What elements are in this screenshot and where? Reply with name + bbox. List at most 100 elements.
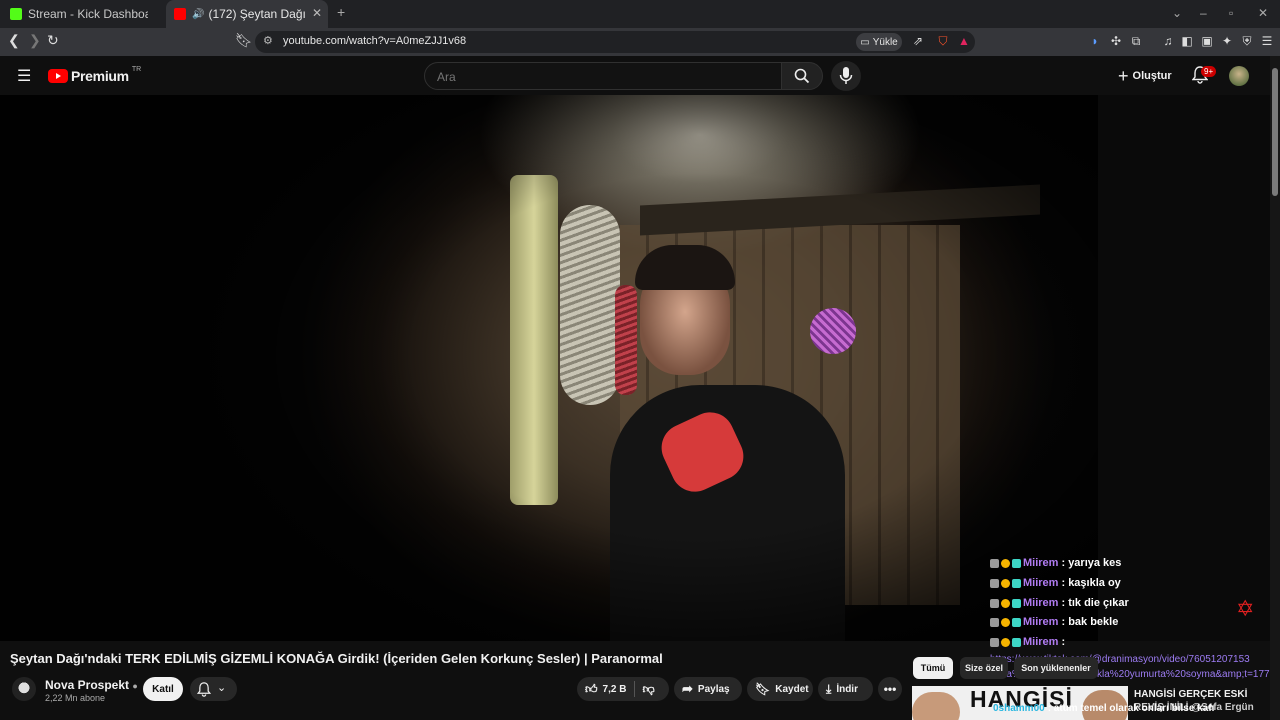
sub-badge-icon (1001, 637, 1010, 647)
logo-region: TR (131, 65, 142, 73)
speaker-icon[interactable]: 🔊 (192, 9, 204, 20)
microphone-icon (839, 67, 853, 84)
vpn-shield-icon[interactable]: ⛨ (1239, 33, 1255, 49)
save-icon: 🔖︎ (755, 682, 771, 696)
kick-favicon-icon (10, 8, 22, 20)
thumbnail-face-left (912, 692, 960, 720)
mod-badge-icon (990, 637, 999, 647)
channel-avatar[interactable] (12, 677, 36, 701)
like-button[interactable]: 👍︎ 7,2 B (585, 682, 626, 697)
tab-title: Stream - Kick Dashboard (28, 7, 148, 21)
create-button[interactable]: + Oluştur (1118, 63, 1172, 89)
notification-count-badge: 9+ (1201, 66, 1217, 77)
chat-username[interactable]: Miirem (1023, 616, 1058, 628)
music-icon[interactable]: ♫ (1160, 33, 1176, 49)
tab-list-chevron-icon[interactable]: ⌄ (1172, 6, 1182, 20)
chat-message: Miirem : kaşıkla oy (990, 577, 1121, 589)
chat-text: : bak bekle (1061, 616, 1119, 628)
close-tab-icon[interactable]: ✕ (312, 6, 322, 20)
chat-text: : kaşıkla oy (1061, 577, 1121, 589)
search-input[interactable] (435, 69, 739, 85)
search-box (424, 62, 782, 90)
browser-tab-kick[interactable]: Stream - Kick Dashboard (0, 0, 165, 28)
thumbs-up-icon: 👍︎ (585, 681, 598, 696)
dislike-button[interactable]: 👎︎ (642, 682, 654, 697)
upload-button[interactable]: ▭ Yükle (856, 33, 902, 51)
reload-icon[interactable]: ↻ (47, 32, 59, 49)
channel-name[interactable]: Nova Prospekt ● (45, 678, 138, 692)
back-icon[interactable]: ❮ (8, 32, 20, 49)
youtube-favicon-icon (174, 8, 186, 20)
chip-all[interactable]: Tümü (913, 657, 953, 679)
video-player[interactable] (0, 95, 1098, 641)
divider (634, 681, 636, 697)
chat-text: : atum temel olarak onları bilse kafı (1047, 703, 1215, 714)
like-count: 7,2 B (602, 683, 627, 695)
mod-badge-icon (990, 558, 999, 568)
chat-username[interactable]: Miirem (1023, 597, 1058, 609)
chat-message: Miirem : (990, 636, 1065, 648)
create-label: Oluştur (1132, 70, 1172, 82)
subscription-bell-button[interactable]: ⌄ (190, 677, 237, 701)
video-vignette (0, 95, 1098, 641)
bookmark-icon[interactable]: 🔖︎ (235, 32, 253, 49)
forward-icon[interactable]: ❯ (29, 32, 41, 49)
join-button[interactable]: Katıl (143, 677, 183, 701)
chevron-down-icon: ⌄ (217, 682, 227, 694)
maximize-icon[interactable]: ▫ (1229, 6, 1233, 20)
more-actions-button[interactable]: ••• (878, 677, 902, 701)
download-button[interactable]: ⤓ İndir (818, 677, 873, 701)
chat-text: : yarıya kes (1061, 557, 1122, 569)
chat-username[interactable]: Miirem (1023, 577, 1058, 589)
extensions-icon[interactable]: ✣ (1108, 33, 1124, 49)
subscriber-count: 2,22 Mn abone (45, 693, 106, 703)
download-label: İndir (836, 683, 858, 695)
youtube-logo[interactable]: Premium TR (48, 65, 142, 84)
audio-icon[interactable]: ◗ (1087, 33, 1103, 49)
close-window-icon[interactable]: ✕ (1258, 6, 1268, 20)
search-button[interactable] (781, 62, 823, 90)
guide-menu-icon[interactable]: ☰ (17, 66, 31, 86)
chat-username[interactable]: 0shamm00 (993, 703, 1045, 714)
url-text: youtube.com/watch?v=A0meZJJ1v68 (283, 35, 467, 47)
upload-icon: ▭ (860, 36, 870, 48)
recommendation-title-line: HANGİSİ GERÇEK ESKİ (1134, 689, 1248, 700)
chat-message: Miirem : tık die çıkar (990, 597, 1129, 609)
sidebar-icon[interactable]: ◧ (1179, 33, 1195, 49)
menu-icon[interactable]: ☰ (1259, 33, 1275, 49)
chat-username[interactable]: Miirem (1023, 557, 1058, 569)
upload-label: Yükle (872, 36, 898, 48)
mod-badge-icon (990, 578, 999, 588)
download-icon: ⤓ (826, 681, 832, 696)
tab-title: (172) Şeytan Dağı'ndaki TERK (208, 7, 307, 21)
share-button[interactable]: ➦ Paylaş (674, 677, 742, 701)
scrollbar-thumb[interactable] (1272, 68, 1278, 196)
youtube-play-logo-icon (48, 69, 68, 83)
share-label: Paylaş (697, 683, 730, 695)
pentagram-overlay-icon: ✡ (1236, 596, 1255, 621)
minimize-icon[interactable]: – (1200, 6, 1207, 20)
plus-icon: + (1118, 65, 1129, 86)
brave-shield-icon[interactable]: ⛉ (935, 33, 951, 49)
chip-for-you[interactable]: Size özel (960, 657, 1008, 679)
like-dislike-group: 👍︎ 7,2 B 👎︎ (577, 677, 669, 701)
gift-badge-icon (1012, 558, 1021, 568)
gift-badge-icon (1012, 598, 1021, 608)
chip-recent[interactable]: Son yüklenenler (1014, 657, 1098, 679)
screenshot-icon[interactable]: ⧉ (1128, 33, 1144, 49)
chat-message: 0shamm00 : atum temel olarak onları bils… (993, 703, 1214, 714)
chat-username[interactable]: Miirem (1023, 636, 1058, 648)
site-info-icon[interactable]: ⚙ (263, 34, 273, 47)
new-tab-icon[interactable]: + (337, 4, 345, 20)
rewards-icon[interactable]: ▲ (956, 33, 972, 49)
browser-tab-youtube[interactable]: 🔊 (172) Şeytan Dağı'ndaki TERK ✕ (166, 0, 328, 28)
leo-ai-icon[interactable]: ✦ (1219, 33, 1235, 49)
account-avatar[interactable] (1229, 66, 1249, 86)
gift-badge-icon (1012, 617, 1021, 627)
gift-badge-icon (1012, 578, 1021, 588)
voice-search-button[interactable] (831, 61, 861, 91)
mod-badge-icon (990, 617, 999, 627)
wallet-icon[interactable]: ▣ (1199, 33, 1215, 49)
share-icon[interactable]: ⇗ (910, 33, 926, 49)
save-button[interactable]: 🔖︎ Kaydet (747, 677, 813, 701)
